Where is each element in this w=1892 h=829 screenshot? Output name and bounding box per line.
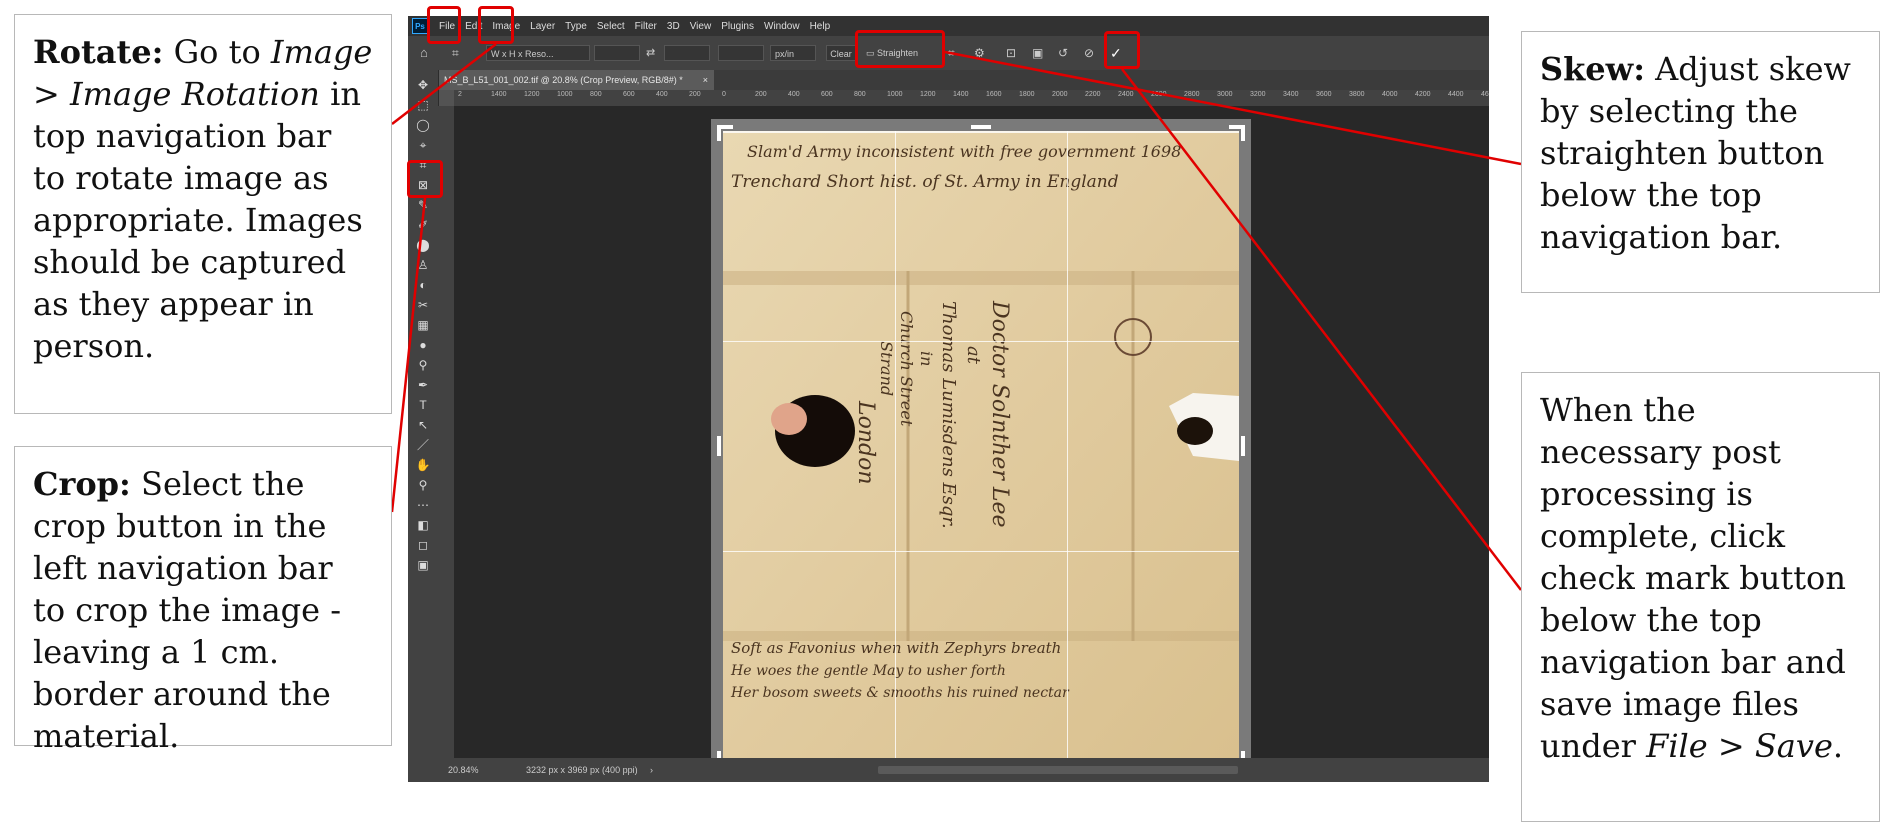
rotate-callout: Rotate: Go to Image > Image Rotation in …: [14, 14, 392, 414]
skew-title: Skew:: [1540, 50, 1645, 88]
check-text-2: .: [1832, 727, 1844, 765]
connector-check: [1121, 68, 1522, 591]
connector-skew: [944, 50, 1522, 166]
connector-rotate: [391, 43, 497, 125]
crop-text: Select the crop button in the left navig…: [33, 465, 342, 755]
rotate-text-2: in top navigation bar to rotate image as…: [33, 75, 363, 365]
checkmark-callout: When the necessary post processing is co…: [1521, 372, 1880, 822]
skew-callout: Skew: Adjust skew by selecting the strai…: [1521, 31, 1880, 293]
rotate-title: Rotate:: [33, 33, 164, 71]
connector-crop: [390, 197, 427, 513]
check-text-1: When the necessary post processing is co…: [1540, 391, 1846, 765]
check-menu-path: File > Save: [1646, 727, 1833, 765]
crop-callout: Crop: Select the crop button in the left…: [14, 446, 392, 755]
rotate-text-1: Go to: [163, 33, 271, 71]
crop-title: Crop:: [33, 465, 131, 503]
